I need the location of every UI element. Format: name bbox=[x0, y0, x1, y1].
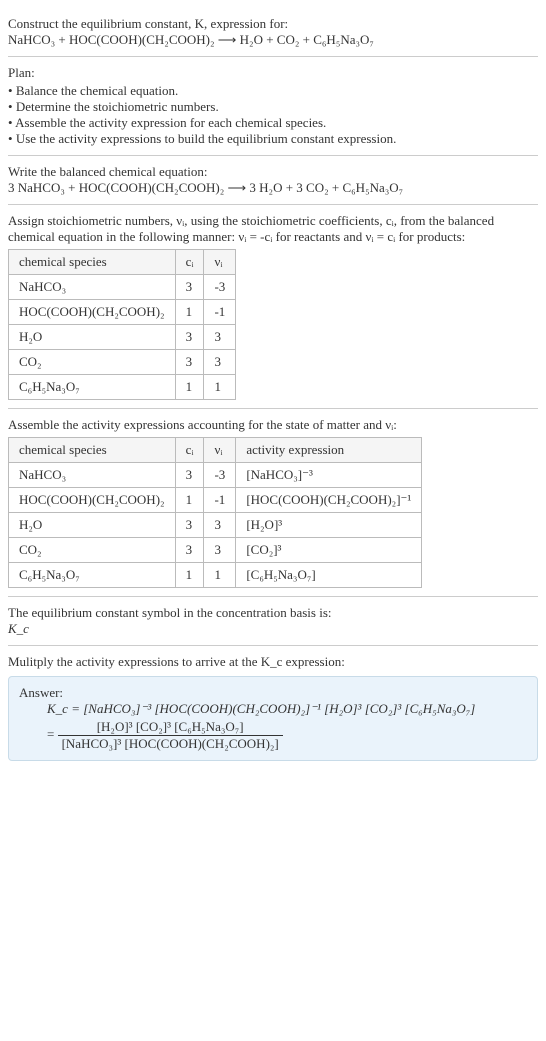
fraction-numerator: [H₂O]³ [CO₂]³ [C₆H₅Na₃O₇] bbox=[58, 719, 283, 736]
cell-ci: 1 bbox=[175, 375, 204, 400]
section-stoich: Assign stoichiometric numbers, νᵢ, using… bbox=[8, 205, 538, 409]
section-activity: Assemble the activity expressions accoun… bbox=[8, 409, 538, 597]
col-header: νᵢ bbox=[204, 250, 236, 275]
plan-item: Assemble the activity expression for eac… bbox=[8, 115, 538, 131]
table-row: H₂O 3 3 bbox=[9, 325, 236, 350]
section-balanced: Write the balanced chemical equation: 3 … bbox=[8, 156, 538, 205]
cell-ci: 1 bbox=[175, 563, 204, 588]
cell-activity: [C₆H₅Na₃O₇] bbox=[236, 563, 422, 588]
plan-item: Balance the chemical equation. bbox=[8, 83, 538, 99]
cell-nui: 3 bbox=[204, 538, 236, 563]
col-header: νᵢ bbox=[204, 438, 236, 463]
cell-species: HOC(COOH)(CH₂COOH)₂ bbox=[9, 488, 176, 513]
answer-fraction-line: = [H₂O]³ [CO₂]³ [C₆H₅Na₃O₇] [NaHCO₃]³ [H… bbox=[47, 719, 527, 752]
cell-species: H₂O bbox=[9, 513, 176, 538]
intro-text: Construct the equilibrium constant, K, e… bbox=[8, 16, 538, 32]
section-final: Mulitply the activity expressions to arr… bbox=[8, 646, 538, 769]
answer-expanded: K_c = [NaHCO₃]⁻³ [HOC(COOH)(CH₂COOH)₂]⁻¹… bbox=[47, 701, 527, 717]
stoich-intro: Assign stoichiometric numbers, νᵢ, using… bbox=[8, 213, 538, 245]
cell-ci: 3 bbox=[175, 350, 204, 375]
symbol-text: The equilibrium constant symbol in the c… bbox=[8, 605, 538, 621]
plan-item: Use the activity expressions to build th… bbox=[8, 131, 538, 147]
cell-ci: 3 bbox=[175, 325, 204, 350]
answer-label: Answer: bbox=[19, 685, 527, 701]
cell-species: CO₂ bbox=[9, 538, 176, 563]
table-row: C₆H₅Na₃O₇ 1 1 [C₆H₅Na₃O₇] bbox=[9, 563, 422, 588]
stoich-table: chemical species cᵢ νᵢ NaHCO₃ 3 -3 HOC(C… bbox=[8, 249, 236, 400]
balanced-heading: Write the balanced chemical equation: bbox=[8, 164, 538, 180]
cell-ci: 3 bbox=[175, 463, 204, 488]
cell-species: C₆H₅Na₃O₇ bbox=[9, 563, 176, 588]
cell-activity: [NaHCO₃]⁻³ bbox=[236, 463, 422, 488]
unbalanced-equation: NaHCO₃ + HOC(COOH)(CH₂COOH)₂ ⟶ H₂O + CO₂… bbox=[8, 32, 538, 48]
col-header: chemical species bbox=[9, 250, 176, 275]
cell-nui: -3 bbox=[204, 463, 236, 488]
col-header: cᵢ bbox=[175, 250, 204, 275]
plan-item: Determine the stoichiometric numbers. bbox=[8, 99, 538, 115]
final-intro: Mulitply the activity expressions to arr… bbox=[8, 654, 538, 670]
table-row: NaHCO₃ 3 -3 bbox=[9, 275, 236, 300]
plan-heading: Plan: bbox=[8, 65, 538, 81]
section-symbol: The equilibrium constant symbol in the c… bbox=[8, 597, 538, 646]
section-intro: Construct the equilibrium constant, K, e… bbox=[8, 8, 538, 57]
cell-nui: 1 bbox=[204, 375, 236, 400]
cell-nui: -3 bbox=[204, 275, 236, 300]
section-plan: Plan: Balance the chemical equation. Det… bbox=[8, 57, 538, 156]
plan-list: Balance the chemical equation. Determine… bbox=[8, 83, 538, 147]
kc-italic: K_c bbox=[8, 621, 29, 636]
table-row: CO₂ 3 3 [CO₂]³ bbox=[9, 538, 422, 563]
table-header-row: chemical species cᵢ νᵢ activity expressi… bbox=[9, 438, 422, 463]
symbol-kc: K_c bbox=[8, 621, 538, 637]
cell-activity: [CO₂]³ bbox=[236, 538, 422, 563]
cell-ci: 3 bbox=[175, 538, 204, 563]
cell-nui: 3 bbox=[204, 513, 236, 538]
cell-activity: [H₂O]³ bbox=[236, 513, 422, 538]
activity-table: chemical species cᵢ νᵢ activity expressi… bbox=[8, 437, 422, 588]
table-row: H₂O 3 3 [H₂O]³ bbox=[9, 513, 422, 538]
fraction: [H₂O]³ [CO₂]³ [C₆H₅Na₃O₇] [NaHCO₃]³ [HOC… bbox=[58, 719, 283, 752]
cell-nui: 3 bbox=[204, 350, 236, 375]
table-row: NaHCO₃ 3 -3 [NaHCO₃]⁻³ bbox=[9, 463, 422, 488]
cell-nui: 3 bbox=[204, 325, 236, 350]
table-row: HOC(COOH)(CH₂COOH)₂ 1 -1 [HOC(COOH)(CH₂C… bbox=[9, 488, 422, 513]
cell-ci: 1 bbox=[175, 488, 204, 513]
cell-species: HOC(COOH)(CH₂COOH)₂ bbox=[9, 300, 176, 325]
cell-nui: -1 bbox=[204, 488, 236, 513]
col-header: activity expression bbox=[236, 438, 422, 463]
table-row: CO₂ 3 3 bbox=[9, 350, 236, 375]
activity-intro: Assemble the activity expressions accoun… bbox=[8, 417, 538, 433]
cell-ci: 3 bbox=[175, 513, 204, 538]
eq-prefix: = bbox=[47, 726, 58, 741]
cell-species: H₂O bbox=[9, 325, 176, 350]
col-header: chemical species bbox=[9, 438, 176, 463]
cell-activity: [HOC(COOH)(CH₂COOH)₂]⁻¹ bbox=[236, 488, 422, 513]
fraction-denominator: [NaHCO₃]³ [HOC(COOH)(CH₂COOH)₂] bbox=[58, 736, 283, 752]
answer-line1: K_c = [NaHCO₃]⁻³ [HOC(COOH)(CH₂COOH)₂]⁻¹… bbox=[47, 701, 475, 716]
cell-nui: -1 bbox=[204, 300, 236, 325]
cell-species: CO₂ bbox=[9, 350, 176, 375]
cell-species: C₆H₅Na₃O₇ bbox=[9, 375, 176, 400]
cell-ci: 1 bbox=[175, 300, 204, 325]
table-row: C₆H₅Na₃O₇ 1 1 bbox=[9, 375, 236, 400]
cell-species: NaHCO₃ bbox=[9, 463, 176, 488]
balanced-equation: 3 NaHCO₃ + HOC(COOH)(CH₂COOH)₂ ⟶ 3 H₂O +… bbox=[8, 180, 538, 196]
table-header-row: chemical species cᵢ νᵢ bbox=[9, 250, 236, 275]
answer-box: Answer: K_c = [NaHCO₃]⁻³ [HOC(COOH)(CH₂C… bbox=[8, 676, 538, 761]
table-row: HOC(COOH)(CH₂COOH)₂ 1 -1 bbox=[9, 300, 236, 325]
col-header: cᵢ bbox=[175, 438, 204, 463]
cell-ci: 3 bbox=[175, 275, 204, 300]
cell-species: NaHCO₃ bbox=[9, 275, 176, 300]
cell-nui: 1 bbox=[204, 563, 236, 588]
